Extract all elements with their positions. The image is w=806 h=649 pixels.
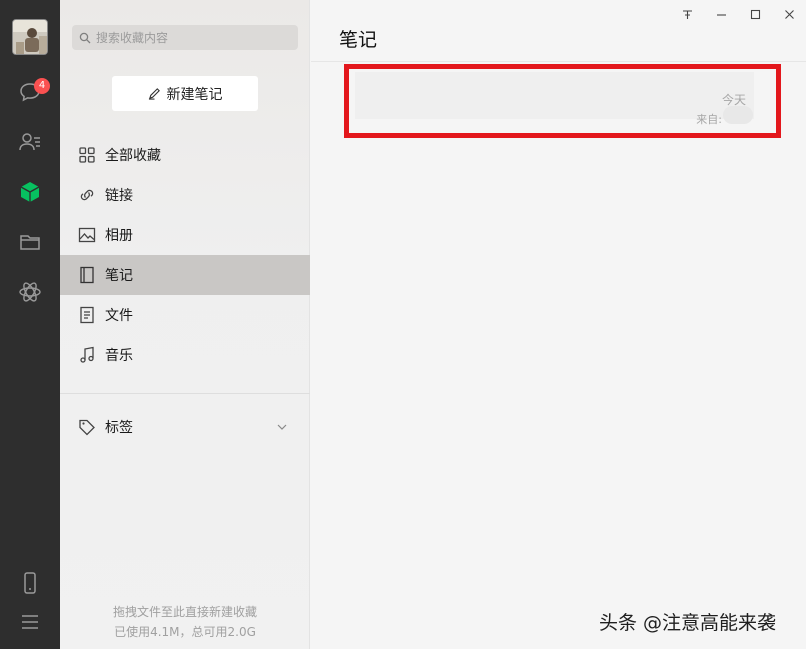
storage-usage: 已使用4.1M，总可用2.0G: [114, 625, 256, 639]
category-list: 全部收藏 链接 相册 笔记 文件 音乐: [60, 135, 310, 375]
menu-icon[interactable]: [16, 608, 44, 636]
mini-program-icon[interactable]: [16, 278, 44, 306]
watermark: 头条 @注意高能来袭: [599, 612, 777, 634]
nav-item-all[interactable]: 全部收藏: [60, 135, 310, 175]
pin-icon: [682, 9, 692, 19]
nav-label: 笔记: [105, 268, 133, 284]
search-input[interactable]: [96, 30, 286, 45]
title-bar: 笔记: [311, 0, 806, 62]
tag-icon: [79, 419, 95, 436]
maximize-icon: [750, 9, 760, 19]
drop-hint: 拖拽文件至此直接新建收藏: [112, 605, 257, 619]
sidebar-divider: [60, 393, 310, 394]
pencil-icon: [148, 88, 160, 100]
image-icon: [78, 227, 96, 243]
grid-icon: [79, 147, 95, 163]
page-title: 笔记: [339, 29, 378, 51]
nav-item-links[interactable]: 链接: [60, 175, 310, 215]
notes-panel: 笔记 今天 来自: 头条 @注意高能来袭: [311, 0, 806, 649]
folder-icon[interactable]: [16, 228, 44, 256]
tags-label: 标签: [105, 420, 133, 436]
file-icon: [80, 306, 94, 324]
search-box[interactable]: [72, 25, 298, 50]
nav-item-notes[interactable]: 笔记: [60, 255, 310, 295]
nav-label: 文件: [105, 308, 133, 324]
nav-item-album[interactable]: 相册: [60, 215, 310, 255]
notebook-icon: [80, 266, 94, 284]
unread-badge: 4: [34, 78, 50, 94]
close-icon: [784, 9, 794, 19]
tags-section[interactable]: 标签: [60, 407, 310, 447]
note-source-redacted: [723, 106, 753, 124]
nav-item-music[interactable]: 音乐: [60, 335, 310, 375]
minimize-icon: [716, 13, 726, 16]
contacts-icon[interactable]: [16, 128, 44, 156]
note-list-item[interactable]: 今天 来自:: [344, 64, 781, 138]
chevron-down-icon[interactable]: [276, 421, 288, 433]
phone-icon[interactable]: [16, 569, 44, 597]
nav-label: 链接: [105, 188, 133, 204]
minimize-button[interactable]: [709, 4, 733, 24]
maximize-button[interactable]: [743, 4, 767, 24]
new-note-label: 新建笔记: [166, 86, 223, 103]
search-icon: [79, 32, 91, 43]
nav-label: 全部收藏: [105, 148, 161, 164]
new-note-button[interactable]: 新建笔记: [112, 76, 258, 111]
music-icon: [80, 346, 94, 363]
nav-rail: 4: [0, 0, 60, 649]
note-source-label: 来自:: [696, 113, 722, 126]
nav-item-files[interactable]: 文件: [60, 295, 310, 335]
nav-label: 相册: [105, 228, 133, 244]
storage-footer: 拖拽文件至此直接新建收藏 已使用4.1M，总可用2.0G: [60, 602, 310, 642]
nav-label: 音乐: [105, 348, 133, 364]
favorites-cube-icon[interactable]: [16, 178, 44, 206]
note-preview: [355, 72, 754, 119]
close-button[interactable]: [777, 4, 801, 24]
link-icon: [80, 189, 94, 201]
favorites-sidebar: 新建笔记 全部收藏 链接 相册 笔记 文件 音乐 标签: [60, 0, 310, 649]
avatar[interactable]: [12, 19, 48, 55]
pin-button[interactable]: [675, 4, 699, 24]
